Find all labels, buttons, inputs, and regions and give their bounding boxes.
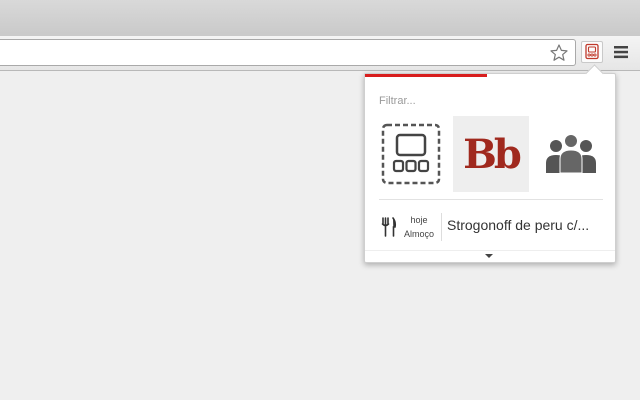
app-launcher-tile[interactable] <box>373 116 449 192</box>
fork-knife-icon <box>381 217 397 237</box>
meal-time: hoje Almoço <box>399 213 439 241</box>
hamburger-menu-icon[interactable] <box>612 44 630 60</box>
meal-day: hoje <box>410 215 428 225</box>
browser-tab-strip <box>0 0 640 36</box>
divider <box>365 250 615 251</box>
people-tile[interactable] <box>533 116 609 192</box>
filter-input[interactable] <box>379 93 599 109</box>
meal-type: Almoço <box>403 229 434 239</box>
divider <box>379 199 603 200</box>
app-launcher-outline-icon <box>381 123 441 185</box>
loading-progress-bar <box>365 74 487 77</box>
meal-row[interactable]: hoje Almoço Strogonoff de peru c/... <box>365 205 615 245</box>
extension-popup: Bb hoje Almoço Strogonoff de peru c/... <box>364 64 616 263</box>
address-bar[interactable] <box>0 39 576 66</box>
blackboard-logo: Bb <box>463 130 522 178</box>
blackboard-tile[interactable]: Bb <box>453 116 529 192</box>
star-icon[interactable] <box>549 43 569 63</box>
chevron-down-icon[interactable] <box>485 254 493 258</box>
people-group-icon <box>546 134 596 174</box>
browser-toolbar <box>0 36 640 71</box>
app-grid: Bb <box>365 116 615 194</box>
meal-description: Strogonoff de peru c/... <box>447 217 590 233</box>
app-launcher-icon <box>585 43 599 60</box>
separator <box>441 213 442 241</box>
extension-button[interactable] <box>581 41 603 63</box>
